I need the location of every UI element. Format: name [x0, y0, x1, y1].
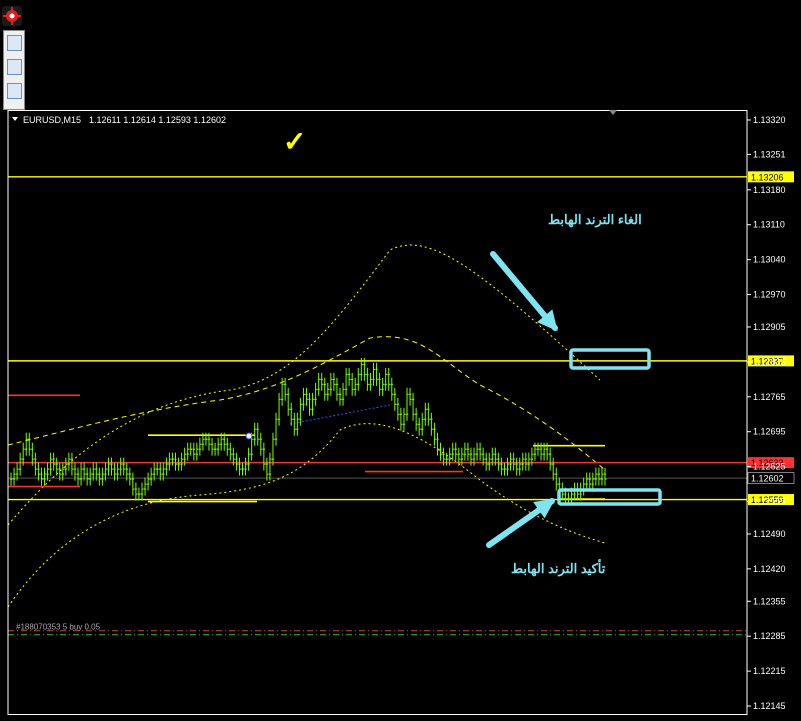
blue-trend-line: [289, 404, 391, 425]
y-tick-label: 1.12625: [753, 462, 786, 472]
y-tick-label: 1.12420: [753, 564, 786, 574]
chart-header: EURUSD,M15 1.12611 1.12614 1.12593 1.1260…: [12, 110, 617, 125]
lower-band-line: [7, 423, 606, 608]
ohlc-label: 1.12611 1.12614 1.12593 1.12602: [89, 115, 226, 125]
panel-button[interactable]: [7, 59, 22, 75]
price-level-label: 1.13206: [751, 172, 784, 182]
y-tick-label: 1.12835: [753, 357, 786, 367]
y-tick-label: 1.12695: [753, 427, 786, 437]
order-label: #188070353 5 buy 0.05: [16, 623, 101, 632]
y-tick-label: 1.12215: [753, 666, 786, 676]
right-panel: [752, 0, 801, 110]
chart-window[interactable]: 1.13206 1.12837 1.12633 1.12602 1.12559 #1880…: [0, 110, 801, 716]
y-tick-label: 1.12285: [753, 631, 786, 641]
y-tick-label: 1.13320: [753, 115, 786, 125]
y-tick-label: 1.13040: [753, 255, 786, 265]
scroll-marker-icon: [609, 110, 617, 115]
price-level-label: 1.12602: [751, 474, 784, 484]
app-logo-icon: [2, 6, 22, 26]
object-marker-icon: [245, 432, 253, 440]
annotation-bottom: تأكيد الترند الهابط: [511, 559, 606, 577]
y-tick-label: 1.12555: [753, 497, 786, 507]
arrow-down-icon: [490, 251, 558, 332]
y-tick-label: 1.12355: [753, 596, 786, 606]
upper-band-line: [7, 244, 601, 526]
y-tick-label: 1.12490: [753, 529, 786, 539]
panel-button[interactable]: [7, 35, 22, 51]
highlight-box-upper: [569, 348, 651, 370]
annotation-top: الغاء الترند الهابط: [548, 212, 642, 228]
arrow-up-icon: [486, 498, 556, 548]
plot-frame: [7, 110, 748, 715]
symbol-label: EURUSD,M15: [23, 115, 81, 125]
y-tick-label: 1.13251: [753, 149, 786, 159]
y-tick-label: 1.12905: [753, 322, 786, 332]
price-chart[interactable]: 1.132061.128371.126331.126021.12559#1880…: [0, 110, 801, 716]
y-tick-label: 1.12145: [753, 701, 786, 711]
y-tick-label: 1.13180: [753, 185, 786, 195]
check-mark-icon: ✓: [283, 126, 306, 157]
y-tick-label: 1.12765: [753, 392, 786, 402]
tool-panel: [3, 30, 25, 110]
panel-button[interactable]: [7, 83, 22, 99]
chevron-down-icon[interactable]: [12, 117, 18, 121]
y-tick-label: 1.13110: [753, 220, 785, 230]
y-tick-label: 1.12970: [753, 290, 786, 300]
top-strip: [0, 0, 801, 110]
